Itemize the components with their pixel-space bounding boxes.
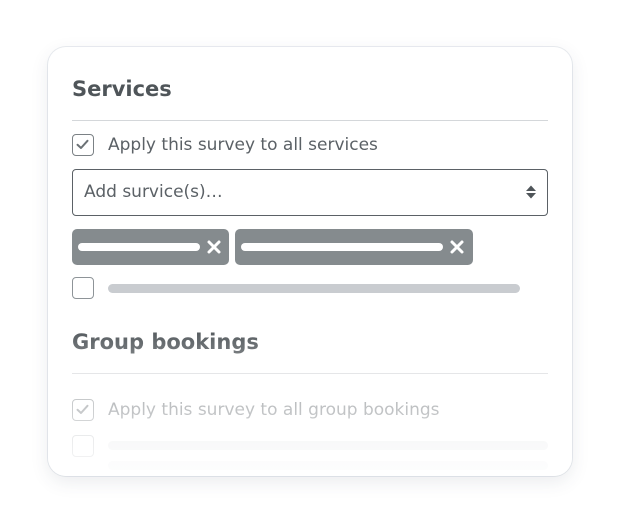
add-services-select[interactable]: Add survice(s)…: [72, 169, 548, 216]
service-tag-label-placeholder: [241, 243, 443, 251]
checkmark-icon: [76, 404, 89, 414]
service-tag: [235, 229, 473, 265]
group-booking-option-checkbox[interactable]: [72, 435, 94, 457]
service-tag-label-placeholder: [78, 243, 200, 251]
close-icon[interactable]: [206, 239, 222, 255]
sort-arrows-icon: [526, 185, 536, 199]
group-booking-option-label-placeholder: [108, 441, 548, 450]
service-tag: [72, 229, 229, 265]
service-option-checkbox[interactable]: [72, 277, 94, 299]
apply-all-group-bookings-label[interactable]: Apply this survey to all group bookings: [108, 400, 440, 420]
apply-all-group-bookings-checkbox[interactable]: [72, 399, 94, 421]
services-section-title: Services: [72, 77, 172, 101]
services-divider: [72, 120, 548, 121]
add-services-placeholder: Add survice(s)…: [84, 182, 223, 202]
group-booking-option-label-placeholder: [108, 461, 548, 470]
service-option-label-placeholder: [108, 284, 520, 293]
survey-assignment-card: Services Apply this survey to all servic…: [48, 47, 572, 476]
group-bookings-section-title: Group bookings: [72, 330, 259, 354]
apply-all-services-checkbox[interactable]: [72, 134, 94, 156]
close-icon[interactable]: [449, 239, 465, 255]
apply-all-services-label[interactable]: Apply this survey to all services: [108, 135, 378, 155]
checkmark-icon: [76, 139, 89, 149]
group-bookings-divider: [72, 373, 548, 374]
